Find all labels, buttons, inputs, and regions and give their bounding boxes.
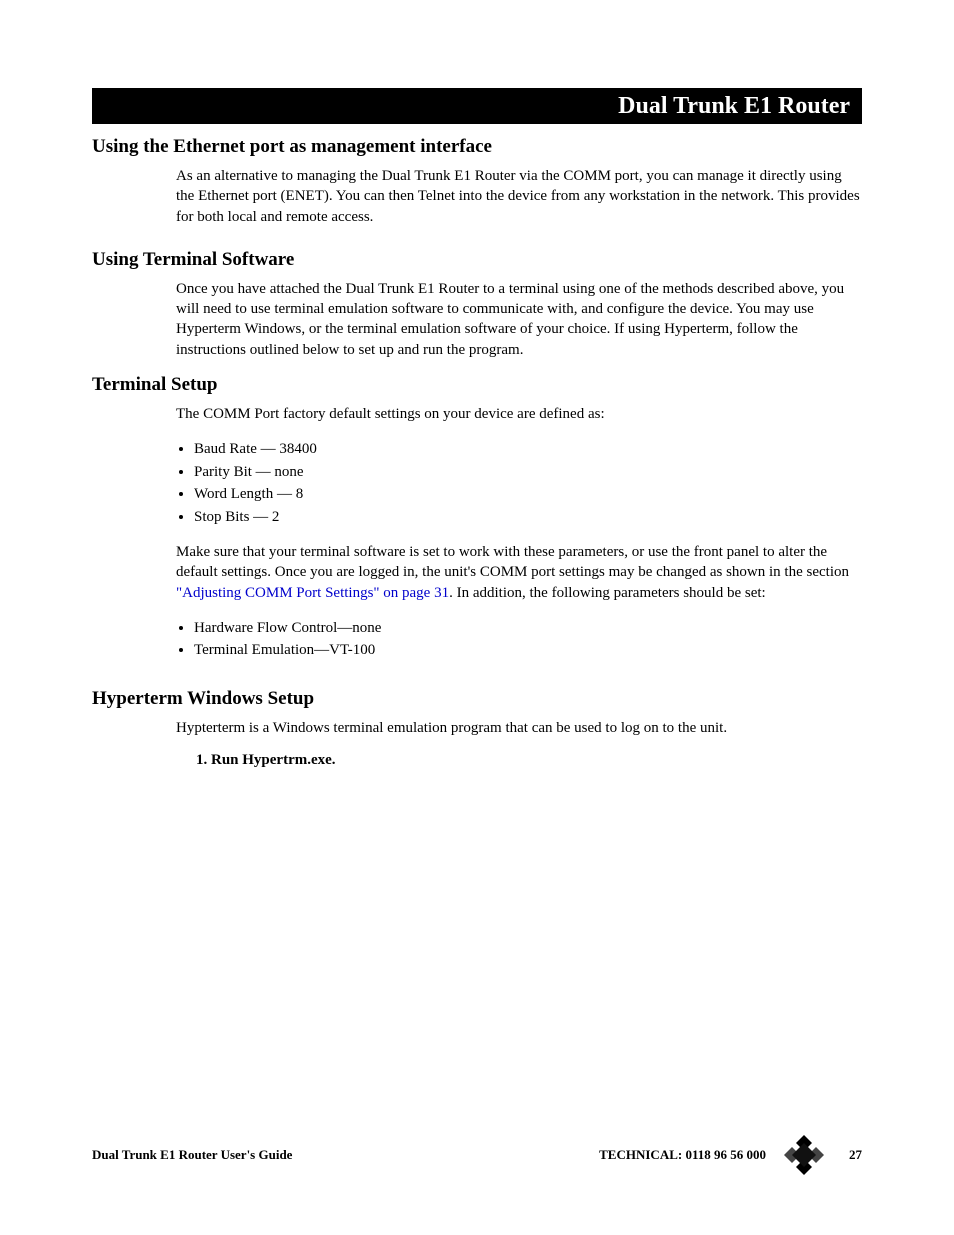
footer-right-group: TECHNICAL: 0118 96 56 000 27: [599, 1135, 862, 1175]
diamond-logo-icon: [784, 1135, 824, 1175]
list-item: Baud Rate — 38400: [194, 438, 862, 461]
cross-reference-link[interactable]: "Adjusting COMM Port Settings" on page 3…: [176, 585, 449, 601]
list-item: Terminal Emulation—VT-100: [194, 639, 862, 662]
list-item: Stop Bits — 2: [194, 506, 862, 529]
paragraph: As an alternative to managing the Dual T…: [176, 166, 862, 227]
chapter-title: Dual Trunk E1 Router: [618, 93, 850, 120]
list-item: Hardware Flow Control—none: [194, 617, 862, 640]
paragraph: The COMM Port factory default settings o…: [176, 404, 862, 424]
bullet-list-extra-params: Hardware Flow Control—none Terminal Emul…: [176, 617, 862, 662]
page-container: Dual Trunk E1 Router Using the Ethernet …: [0, 0, 954, 1235]
page-footer: Dual Trunk E1 Router User's Guide TECHNI…: [92, 1135, 862, 1175]
page-number: 27: [842, 1147, 862, 1163]
paragraph: Hypterterm is a Windows terminal emulati…: [176, 718, 862, 738]
section-heading-terminal-setup: Terminal Setup: [92, 374, 862, 396]
footer-technical-contact: TECHNICAL: 0118 96 56 000: [599, 1147, 766, 1163]
bullet-list-default-settings: Baud Rate — 38400 Parity Bit — none Word…: [176, 438, 862, 528]
section-heading-hyperterm-setup: Hyperterm Windows Setup: [92, 688, 862, 710]
paragraph: Once you have attached the Dual Trunk E1…: [176, 279, 862, 360]
section-heading-ethernet-port: Using the Ethernet port as management in…: [92, 136, 862, 158]
section-heading-terminal-software: Using Terminal Software: [92, 249, 862, 271]
text-run: Make sure that your terminal software is…: [176, 544, 849, 580]
list-item: Parity Bit — none: [194, 461, 862, 484]
footer-guide-title: Dual Trunk E1 Router User's Guide: [92, 1147, 292, 1163]
numbered-step: 1. Run Hypertrm.exe.: [196, 752, 862, 769]
paragraph: Make sure that your terminal software is…: [176, 542, 862, 603]
list-item: Word Length — 8: [194, 483, 862, 506]
text-run: . In addition, the following parameters …: [449, 585, 766, 601]
chapter-header-bar: Dual Trunk E1 Router: [92, 88, 862, 124]
